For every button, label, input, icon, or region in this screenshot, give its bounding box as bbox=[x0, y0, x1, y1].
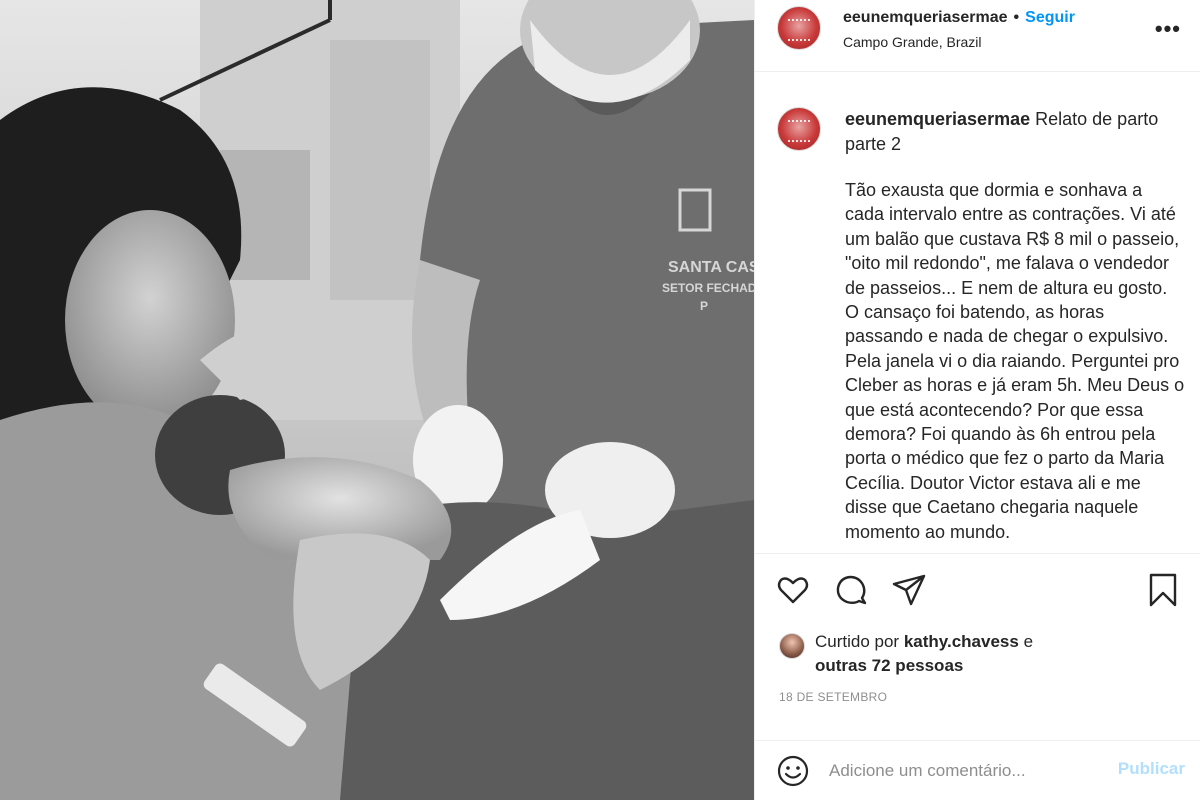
post-sidebar: eeunemqueriasermae • Seguir Campo Grande… bbox=[754, 0, 1200, 800]
post-photo[interactable]: SANTA CASA SETOR FECHADO P bbox=[0, 0, 754, 800]
post-header: eeunemqueriasermae • Seguir Campo Grande… bbox=[755, 0, 1200, 72]
caption-username[interactable]: eeunemqueriasermae bbox=[845, 109, 1030, 129]
avatar[interactable] bbox=[777, 6, 821, 50]
emoji-icon[interactable] bbox=[775, 753, 811, 789]
likes-conj: e bbox=[1023, 632, 1034, 651]
post-date[interactable]: 18 DE SETEMBRO bbox=[779, 690, 887, 704]
likes-prefix: Curtido por bbox=[815, 632, 900, 651]
publish-button[interactable]: Publicar bbox=[1118, 759, 1185, 779]
bookmark-icon[interactable] bbox=[1145, 572, 1181, 608]
likes-others[interactable]: outras 72 pessoas bbox=[815, 656, 963, 675]
comment-input[interactable] bbox=[829, 753, 1099, 789]
caption-head: eeunemqueriasermae Relato de parto parte… bbox=[845, 107, 1175, 157]
share-icon[interactable] bbox=[891, 572, 927, 608]
heart-icon[interactable] bbox=[775, 572, 811, 608]
scrubs-text-3: P bbox=[700, 299, 708, 313]
caption-body: Tão exausta que dormia e sonhava a cada … bbox=[845, 180, 1190, 542]
scrubs-text-2: SETOR FECHADO bbox=[662, 281, 754, 295]
separator-dot: • bbox=[1013, 9, 1020, 26]
comment-icon[interactable] bbox=[833, 572, 869, 608]
likes-text: Curtido por kathy.chavess e outras 72 pe… bbox=[815, 630, 1135, 678]
liker-avatar[interactable] bbox=[779, 633, 805, 659]
location-link[interactable]: Campo Grande, Brazil bbox=[843, 34, 982, 50]
follow-button[interactable]: Seguir bbox=[1025, 9, 1075, 27]
caption-avatar[interactable] bbox=[777, 107, 821, 151]
action-buttons bbox=[775, 572, 927, 608]
liker-username[interactable]: kathy.chavess bbox=[904, 632, 1019, 651]
photo-illustration: SANTA CASA SETOR FECHADO P bbox=[0, 0, 754, 800]
caption-area: eeunemqueriasermae Relato de parto parte… bbox=[755, 73, 1200, 553]
comment-bar: Publicar bbox=[755, 740, 1200, 800]
actions-section: Curtido por kathy.chavess e outras 72 pe… bbox=[755, 553, 1200, 800]
scrubs-text-1: SANTA CASA bbox=[668, 259, 754, 276]
header-username[interactable]: eeunemqueriasermae bbox=[843, 9, 1008, 27]
header-user-line: eeunemqueriasermae • Seguir bbox=[843, 9, 1075, 27]
more-options-icon[interactable]: ••• bbox=[1155, 18, 1181, 40]
